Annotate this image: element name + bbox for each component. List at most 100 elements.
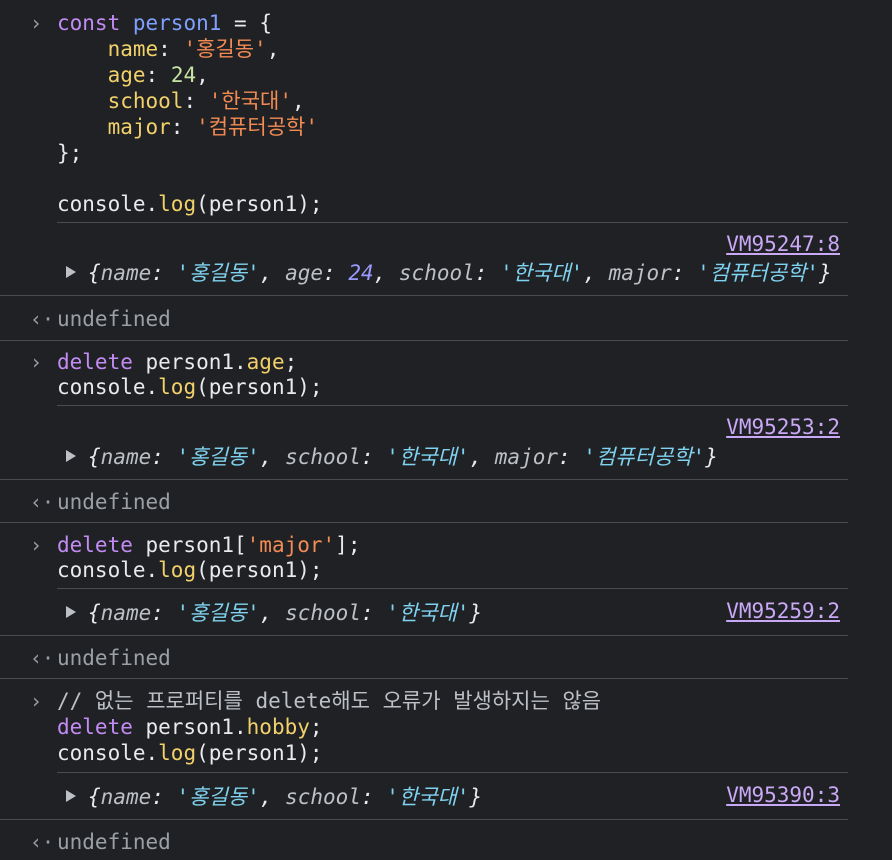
property: school [107, 89, 184, 113]
divider [57, 588, 848, 589]
object-value: '홍길동' [176, 445, 260, 469]
object-value: '한국대' [386, 445, 470, 469]
result-return-arrow-icon: ‹· [30, 646, 55, 670]
result-return-arrow-icon: ‹· [30, 830, 55, 854]
input-prompt-chevron-right-icon: › [30, 11, 43, 35]
result-return-arrow-icon: ‹· [30, 490, 55, 514]
object-key: school [285, 445, 361, 469]
input-prompt-chevron-right-icon: › [30, 689, 43, 713]
source-link[interactable]: VM95390:3 [726, 782, 840, 808]
object-key: name [100, 601, 152, 625]
divider [0, 295, 848, 296]
logged-object[interactable]: {name: '홍길동', age: 24, school: '한국대', ma… [88, 260, 832, 286]
divider [0, 678, 848, 679]
code-line: delete person1.hobby; [57, 714, 323, 740]
keyword: const [57, 11, 121, 35]
devtools-console: › const person1 = { name: '홍길동', age: 24… [0, 0, 892, 860]
result-value: undefined [57, 490, 171, 514]
expand-triangle-right-icon[interactable] [66, 606, 76, 618]
object-value: '홍길동' [176, 601, 260, 625]
divider [57, 222, 848, 223]
code-line: delete person1.age; [57, 349, 297, 375]
string-literal: '컴퓨터공학' [196, 115, 318, 139]
method: log [158, 558, 197, 582]
code-line: console.log(person1); [57, 740, 323, 766]
divider [0, 340, 848, 341]
object-value: '한국대' [386, 601, 470, 625]
keyword: delete [57, 350, 133, 374]
keyword: delete [57, 715, 133, 739]
property: hobby [246, 715, 310, 739]
code-line: console.log(person1); [57, 191, 323, 217]
string-literal: '한국대' [208, 89, 292, 113]
object-key: major [494, 445, 558, 469]
punctuation: (person1); [196, 558, 323, 582]
punctuation: : [145, 63, 171, 87]
identifier: person1. [132, 350, 247, 374]
property: age [107, 63, 146, 87]
punctuation: ; [309, 715, 323, 739]
code-comment: // 없는 프로퍼티를 delete해도 오류가 발생하지는 않음 [57, 689, 602, 713]
result-return-arrow-icon: ‹· [30, 307, 55, 331]
object-key: name [100, 785, 152, 809]
logged-object[interactable]: {name: '홍길동', school: '한국대', major: '컴퓨터… [88, 444, 718, 470]
object-key: school [285, 785, 361, 809]
object-key: school [398, 261, 475, 285]
punctuation: = { [221, 11, 272, 35]
object-value: '컴퓨터공학' [583, 445, 706, 469]
string-literal: 'major' [246, 533, 336, 557]
source-link[interactable]: VM95247:8 [726, 231, 840, 257]
property: major [107, 115, 171, 139]
object-value: '홍길동' [176, 785, 260, 809]
number-literal: 24 [170, 63, 197, 87]
identifier: console. [57, 558, 159, 582]
logged-object[interactable]: {name: '홍길동', school: '한국대'} [88, 600, 482, 626]
source-link[interactable]: VM95259:2 [726, 598, 840, 624]
divider [0, 479, 848, 480]
punctuation: , [196, 63, 209, 87]
punctuation: : [158, 37, 184, 61]
identifier: console. [57, 741, 159, 765]
punctuation: , [266, 37, 280, 61]
source-link[interactable]: VM95253:2 [726, 414, 840, 440]
punctuation: (person1); [196, 741, 323, 765]
object-key: name [100, 261, 152, 285]
object-key: school [285, 601, 361, 625]
logged-object[interactable]: {name: '홍길동', school: '한국대'} [88, 784, 482, 810]
variable: person1 [132, 11, 222, 35]
code-line: }; [57, 141, 83, 165]
punctuation: , [291, 89, 305, 113]
divider [0, 819, 848, 820]
object-value: 24 [348, 261, 374, 285]
object-key: name [100, 445, 152, 469]
punctuation: ]; [335, 533, 361, 557]
divider [0, 522, 848, 523]
code-line: delete person1['major']; [57, 532, 360, 558]
code-line: school: '한국대', [57, 88, 305, 114]
identifier: console. [57, 375, 159, 399]
property: name [107, 37, 159, 61]
string-literal: '홍길동' [183, 37, 267, 61]
object-value: '컴퓨터공학' [697, 261, 820, 285]
object-value: '홍길동' [176, 261, 260, 285]
expand-triangle-right-icon[interactable] [66, 266, 76, 278]
input-prompt-chevron-right-icon: › [30, 533, 43, 557]
identifier: console. [57, 192, 159, 216]
divider [57, 772, 848, 773]
code-line: console.log(person1); [57, 374, 323, 400]
code-line: console.log(person1); [57, 557, 323, 583]
method: log [158, 375, 197, 399]
divider [57, 405, 848, 406]
result-value: undefined [57, 830, 171, 854]
object-key: age [285, 261, 324, 285]
expand-triangle-right-icon[interactable] [66, 790, 76, 802]
punctuation: ; [284, 350, 298, 374]
punctuation: (person1); [196, 375, 323, 399]
object-value: '한국대' [500, 261, 584, 285]
identifier: person1[ [132, 533, 247, 557]
divider [0, 635, 848, 636]
expand-triangle-right-icon[interactable] [66, 450, 76, 462]
punctuation: (person1); [196, 192, 323, 216]
code-line: age: 24, [57, 62, 209, 88]
property: age [246, 350, 285, 374]
